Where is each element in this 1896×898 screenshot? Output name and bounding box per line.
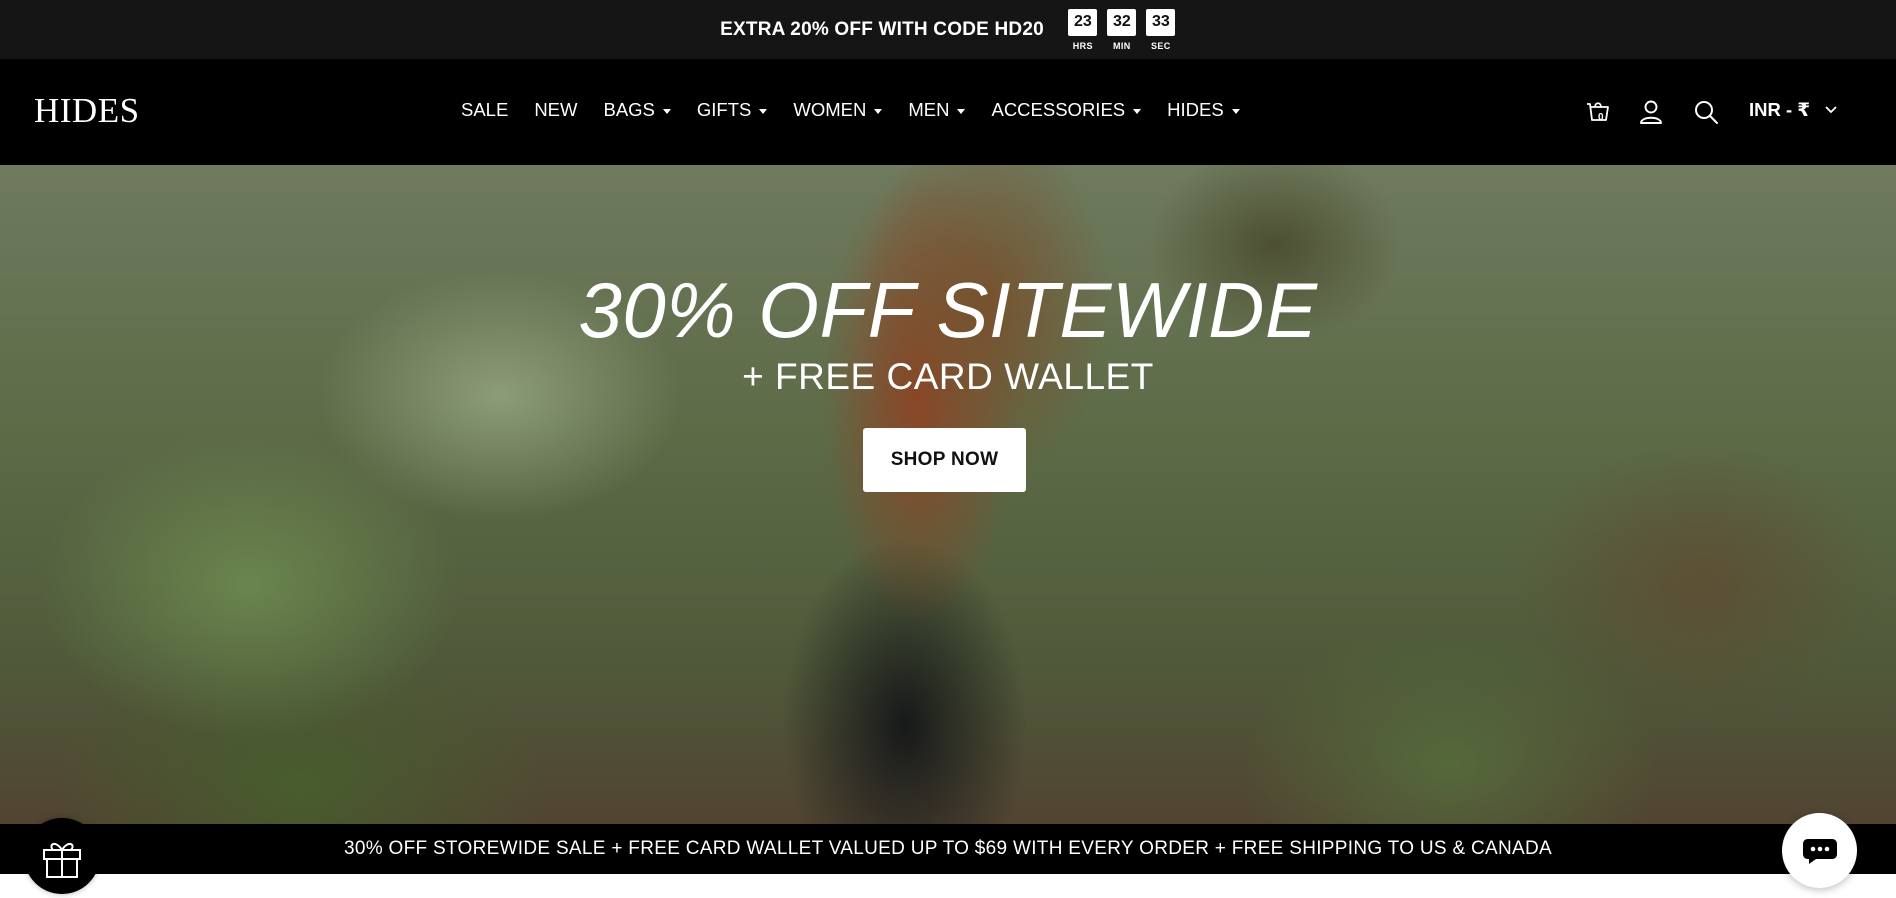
promo-text: 30% OFF STOREWIDE SALE + FREE CARD WALLE… [343,838,1552,859]
caret-down-icon [1133,108,1142,114]
hero-headline: 30% OFF SITEWIDE [578,266,1318,354]
nav-item-men[interactable]: MEN [908,99,966,121]
nav-item-label: HIDES [1167,99,1224,120]
countdown-seconds: 33 SEC [1146,8,1176,51]
shop-now-button[interactable]: SHOP NOW [863,428,1026,492]
account-icon [1640,100,1662,124]
hero-image [0,165,1896,824]
caret-down-icon [874,108,883,114]
nav-item-label: WOMEN [793,99,867,120]
countdown-minutes-value: 32 [1107,8,1137,36]
countdown-seconds-label: SEC [1151,40,1171,51]
countdown-minutes-label: MIN [1113,40,1131,51]
countdown-hours-label: HRS [1072,40,1093,51]
caret-down-icon [662,108,671,114]
nav-item-label: MEN [908,99,950,120]
hero-banner: 30% OFF SITEWIDE + FREE CARD WALLET SHOP… [0,165,1896,824]
nav-item-sale[interactable]: SALE [461,99,508,121]
nav-item-accessories[interactable]: ACCESSORIES [991,99,1142,121]
hero-subheadline: + FREE CARD WALLET [742,356,1154,397]
main-nav: SALE NEW BAGS GIFTS WOMEN MEN ACCESSORIE… [461,99,1266,121]
caret-down-icon [1231,108,1240,114]
gift-icon [43,843,81,878]
countdown-minutes: 32 MIN [1107,8,1137,51]
promo-bar: 30% OFF STOREWIDE SALE + FREE CARD WALLE… [0,824,1896,874]
nav-item-label: BAGS [603,99,655,120]
announcement-bar: EXTRA 20% OFF WITH CODE HD20 23 HRS 32 M… [0,0,1896,59]
countdown-hours-value: 23 [1068,8,1098,36]
nav-item-gifts[interactable]: GIFTS [696,99,768,121]
countdown-hours: 23 HRS [1068,8,1098,51]
nav-item-label: NEW [534,99,578,120]
currency-label: INR - ₹ [1749,99,1811,120]
site-logo[interactable]: HIDES [34,91,140,131]
countdown-seconds-value: 33 [1146,8,1176,36]
site-header: HIDES SALE NEW BAGS GIFTS WOMEN MEN ACCE… [0,59,1896,165]
countdown-timer: 23 HRS 32 MIN 33 SEC [1068,8,1176,51]
nav-item-women[interactable]: WOMEN [793,99,883,121]
caret-down-icon [957,108,966,114]
nav-item-label: SALE [461,99,509,120]
nav-item-hides[interactable]: HIDES [1167,99,1240,121]
nav-item-label: GIFTS [696,99,752,120]
cart-button[interactable]: 0 [1583,97,1613,127]
page-content-start [0,874,1896,898]
search-button[interactable] [1691,97,1721,127]
nav-item-label: ACCESSORIES [991,99,1126,120]
currency-selector[interactable]: INR - ₹ [1749,99,1838,121]
gift-widget-button[interactable] [24,818,100,894]
chat-icon [1802,838,1837,864]
cart-count: 0 [1598,112,1604,123]
nav-item-new[interactable]: NEW [534,99,577,121]
caret-down-icon [759,108,768,114]
announcement-text: EXTRA 20% OFF WITH CODE HD20 [720,18,1044,40]
chat-widget-button[interactable] [1782,813,1857,888]
nav-item-bags[interactable]: BAGS [603,99,671,121]
search-icon [1695,101,1718,124]
chevron-down-icon [1825,106,1837,114]
account-button[interactable] [1636,97,1666,127]
